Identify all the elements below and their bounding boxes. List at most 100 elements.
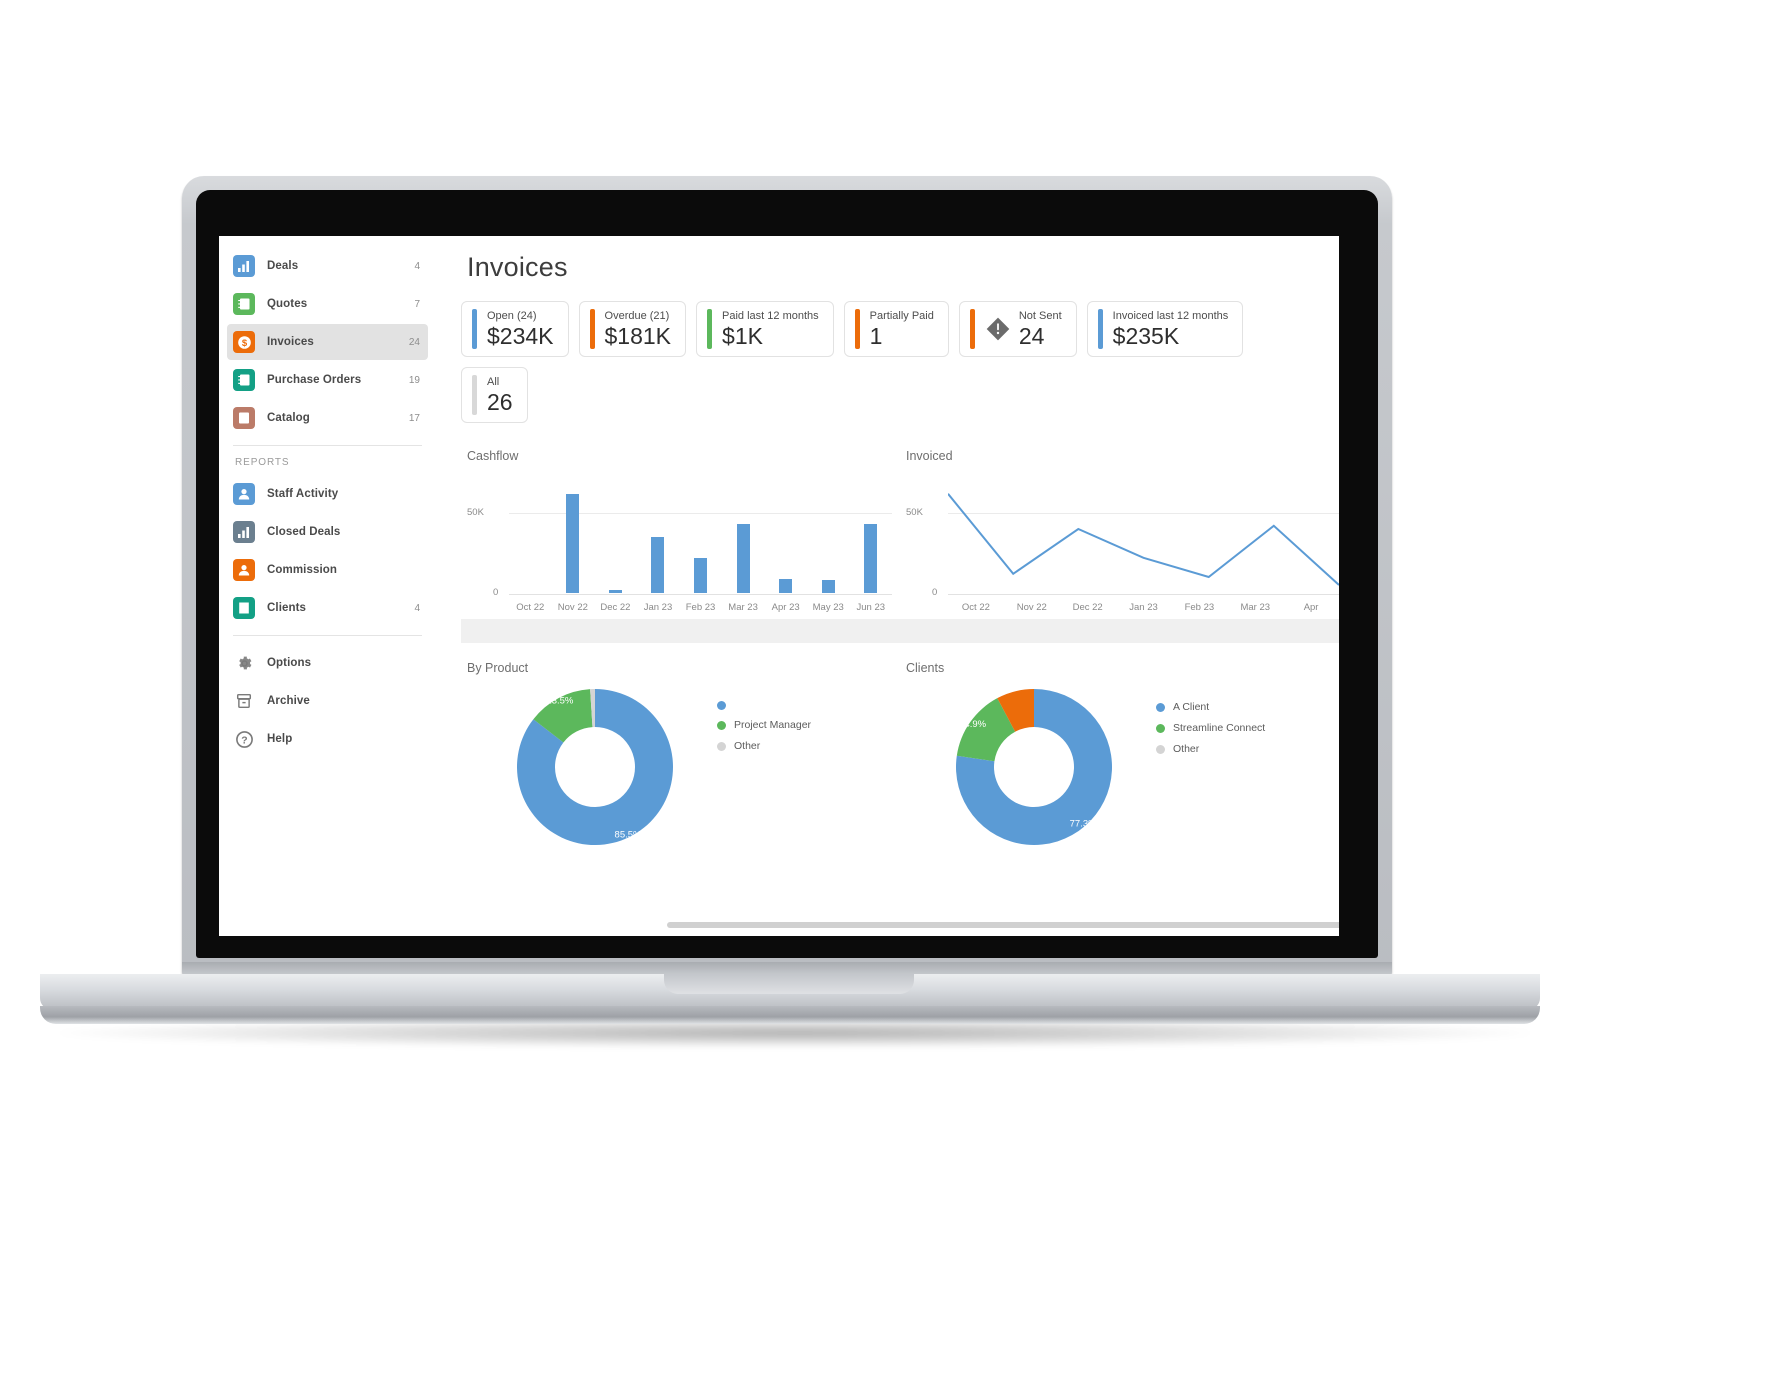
kpi-card-open-24[interactable]: Open (24) $234K [461, 301, 569, 357]
legend-item[interactable]: A Client [1156, 701, 1265, 713]
kpi-text: Open (24) $234K [487, 309, 554, 349]
kpi-value: 24 [1018, 323, 1045, 349]
chart-by-product-title: By Product [467, 661, 529, 675]
sidebar-item-clients[interactable]: Clients 4 [227, 590, 428, 626]
svg-text:14.9%: 14.9% [959, 719, 986, 730]
kpi-card-not-sent[interactable]: Not Sent 24 [958, 301, 1077, 357]
sidebar-item-options[interactable]: Options [227, 645, 428, 681]
legend-item[interactable]: Other [717, 740, 811, 752]
legend-color-dot [1156, 744, 1165, 754]
kpi-value: 1 [869, 323, 883, 349]
kpi-accent-bar [707, 309, 713, 349]
svg-text:77.3%: 77.3% [1070, 819, 1097, 830]
legend-color-dot [1156, 702, 1165, 712]
chart-invoiced-title: Invoiced [906, 449, 953, 463]
sidebar-item-deals[interactable]: Deals 4 [227, 248, 428, 284]
kpi-accent-bar [854, 309, 860, 349]
sidebar-item-label: Catalog [267, 412, 310, 424]
svg-text:13.5%: 13.5% [546, 696, 573, 707]
sidebar-item-catalog[interactable]: Catalog 17 [227, 400, 428, 436]
sidebar-item-label: Clients [267, 602, 307, 614]
chart-cashflow-title: Cashflow [467, 449, 519, 463]
building-icon [233, 597, 255, 619]
chart-by-product: By Product 85.5% 13.5% Project Manager Oth… [461, 661, 900, 858]
sidebar-item-invoices[interactable]: $ Invoices 24 [227, 324, 428, 360]
bar[interactable] [864, 524, 878, 593]
sidebar-item-count: 4 [414, 260, 420, 272]
horizontal-scroll-region[interactable] [461, 619, 1339, 643]
kpi-label: Not Sent [1018, 310, 1062, 322]
sidebar-footer-nav: Options Archive? Help [219, 645, 436, 757]
x-tick-label: Mar 23 [728, 602, 758, 613]
chart-cashflow: Cashflow 50K 0 Oct 22 Nov 22 Dec 22 Jan 23 Feb… [461, 449, 900, 613]
person-icon [233, 559, 255, 581]
y-tick-0: 0 [493, 587, 499, 598]
sidebar-item-label: Help [267, 733, 293, 745]
bar[interactable] [821, 580, 835, 593]
bar-column [594, 481, 637, 593]
x-tick-labels: Oct 22 Nov 22 Dec 22 Jan 23 Feb 23 Mar 23 Apr [948, 602, 1339, 613]
kpi-value: $181K [604, 323, 672, 349]
bar[interactable] [694, 557, 708, 593]
sidebar-item-help[interactable]: ? Help [227, 721, 428, 757]
sidebar-item-quotes[interactable]: Quotes 7 [227, 286, 428, 322]
sidebar-item-commission[interactable]: Commission [227, 552, 428, 588]
sidebar-divider [233, 445, 422, 446]
bar[interactable] [736, 524, 750, 593]
sidebar-item-label: Invoices [267, 336, 314, 348]
screenshot-root: Deals 4 Quotes 7 $ Invoices 24 Purchase Orders 1… [0, 0, 1792, 1396]
y-tick-50k: 50K [467, 507, 484, 518]
legend-item[interactable]: Streamline Connect [1156, 722, 1265, 734]
sidebar-item-staff-activity[interactable]: Staff Activity [227, 476, 428, 512]
list-icon [233, 407, 255, 429]
warning-diamond-icon [985, 316, 1011, 342]
bar-column [764, 481, 807, 593]
sidebar-main-nav: Deals 4 Quotes 7 $ Invoices 24 Purchase Orders 1… [219, 248, 436, 436]
kpi-card-all[interactable]: All 26 [461, 367, 528, 423]
bar[interactable] [566, 493, 580, 593]
legend-item[interactable]: Project Manager [717, 719, 811, 731]
x-tick-label: Dec 22 [1072, 602, 1103, 613]
notebook-icon [233, 293, 255, 315]
x-tick-label: Jun 23 [856, 602, 886, 613]
kpi-text: Overdue (21) $181K [605, 309, 672, 349]
cashflow-bars [509, 481, 892, 593]
kpi-text: Invoiced last 12 months $235K [1113, 309, 1229, 349]
content-horizontal-scrollbar[interactable] [667, 922, 1339, 928]
sidebar-item-purchase-orders[interactable]: Purchase Orders 19 [227, 362, 428, 398]
dollar-coin-icon: $ [233, 331, 255, 353]
legend-item[interactable]: Other [1156, 743, 1265, 755]
clients-donut: 77.3% 14.9% [948, 681, 1128, 858]
sidebar-item-count: 17 [408, 412, 420, 424]
legend-item[interactable] [717, 701, 811, 710]
bar-column [509, 481, 552, 593]
sidebar-item-archive[interactable]: Archive [227, 683, 428, 719]
kpi-card-overdue-21[interactable]: Overdue (21) $181K [578, 301, 687, 357]
legend-label: Other [734, 740, 761, 752]
bar-column [807, 481, 850, 593]
kpi-card-invoiced-last-12-months[interactable]: Invoiced last 12 months $235K [1086, 301, 1244, 357]
x-tick-label: Jan 23 [1129, 602, 1158, 613]
kpi-value: $1K [722, 323, 763, 349]
main-content: Invoices Open (24) $234K Overdue (21) $181K… [437, 236, 1339, 936]
kpi-text: Paid last 12 months $1K [722, 309, 819, 349]
sidebar-item-closed-deals[interactable]: Closed Deals [227, 514, 428, 550]
kpi-card-partially-paid[interactable]: Partially Paid 1 [843, 301, 949, 357]
kpi-accent-bar [472, 375, 477, 415]
sidebar-item-count: 7 [414, 298, 420, 310]
bar[interactable] [651, 537, 665, 593]
invoiced-plot: 50K 0 Oct 22 Nov 22 Dec 22 Jan 23 Feb 23 Mar 23… [906, 481, 1339, 613]
sidebar-section-reports: REPORTS [235, 457, 290, 468]
kpi-card-paid-last-12-months[interactable]: Paid last 12 months $1K [696, 301, 834, 357]
x-tick-label: Nov 22 [557, 602, 588, 613]
bar[interactable] [608, 589, 622, 593]
x-tick-label: Dec 22 [600, 602, 631, 613]
charts-row: Cashflow 50K 0 Oct 22 Nov 22 Dec 22 Jan 23 Feb… [461, 449, 1339, 613]
app-window: Deals 4 Quotes 7 $ Invoices 24 Purchase Orders 1… [219, 236, 1339, 936]
sidebar-item-count: 4 [414, 602, 420, 614]
x-tick-label: Apr [1303, 602, 1319, 613]
cashflow-plot: 50K 0 Oct 22 Nov 22 Dec 22 Jan 23 Feb 23 Mar 23… [467, 481, 900, 613]
bar[interactable] [779, 578, 793, 593]
kpi-value: 26 [487, 389, 513, 415]
kpi-card-row: Open (24) $234K Overdue (21) $181K Paid last… [461, 301, 1339, 423]
